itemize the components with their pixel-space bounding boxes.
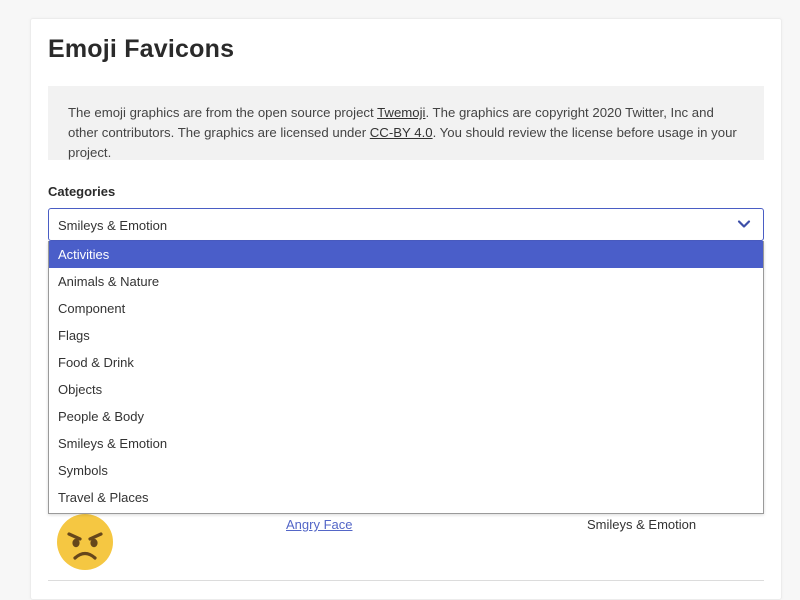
option-animals-nature[interactable]: Animals & Nature [49,268,763,295]
option-food-drink[interactable]: Food & Drink [49,349,763,376]
option-symbols[interactable]: Symbols [49,457,763,484]
row-divider [48,580,764,581]
chevron-down-icon [737,220,751,228]
categories-dropdown-list: Activities Animals & Nature Component Fl… [48,241,764,514]
option-activities[interactable]: Activities [49,241,763,268]
license-notice: The emoji graphics are from the open sou… [48,86,764,160]
option-component[interactable]: Component [49,295,763,322]
categories-select[interactable]: Smileys & Emotion [48,208,764,241]
page-title: Emoji Favicons [48,35,235,63]
option-flags[interactable]: Flags [49,322,763,349]
angry-face-icon [57,514,113,570]
twemoji-link[interactable]: Twemoji [377,105,425,120]
emoji-name-link[interactable]: Angry Face [286,517,352,532]
option-travel-places[interactable]: Travel & Places [49,484,763,511]
license-link[interactable]: CC-BY 4.0 [370,125,433,140]
categories-label: Categories [48,184,116,199]
notice-text-before: The emoji graphics are from the open sou… [68,105,378,120]
option-smileys-emotion[interactable]: Smileys & Emotion [49,430,763,457]
option-objects[interactable]: Objects [49,376,763,403]
content-card: Emoji Favicons The emoji graphics are fr… [30,18,782,600]
emoji-category: Smileys & Emotion [587,517,697,532]
option-people-body[interactable]: People & Body [49,403,763,430]
select-value: Smileys & Emotion [58,218,168,233]
